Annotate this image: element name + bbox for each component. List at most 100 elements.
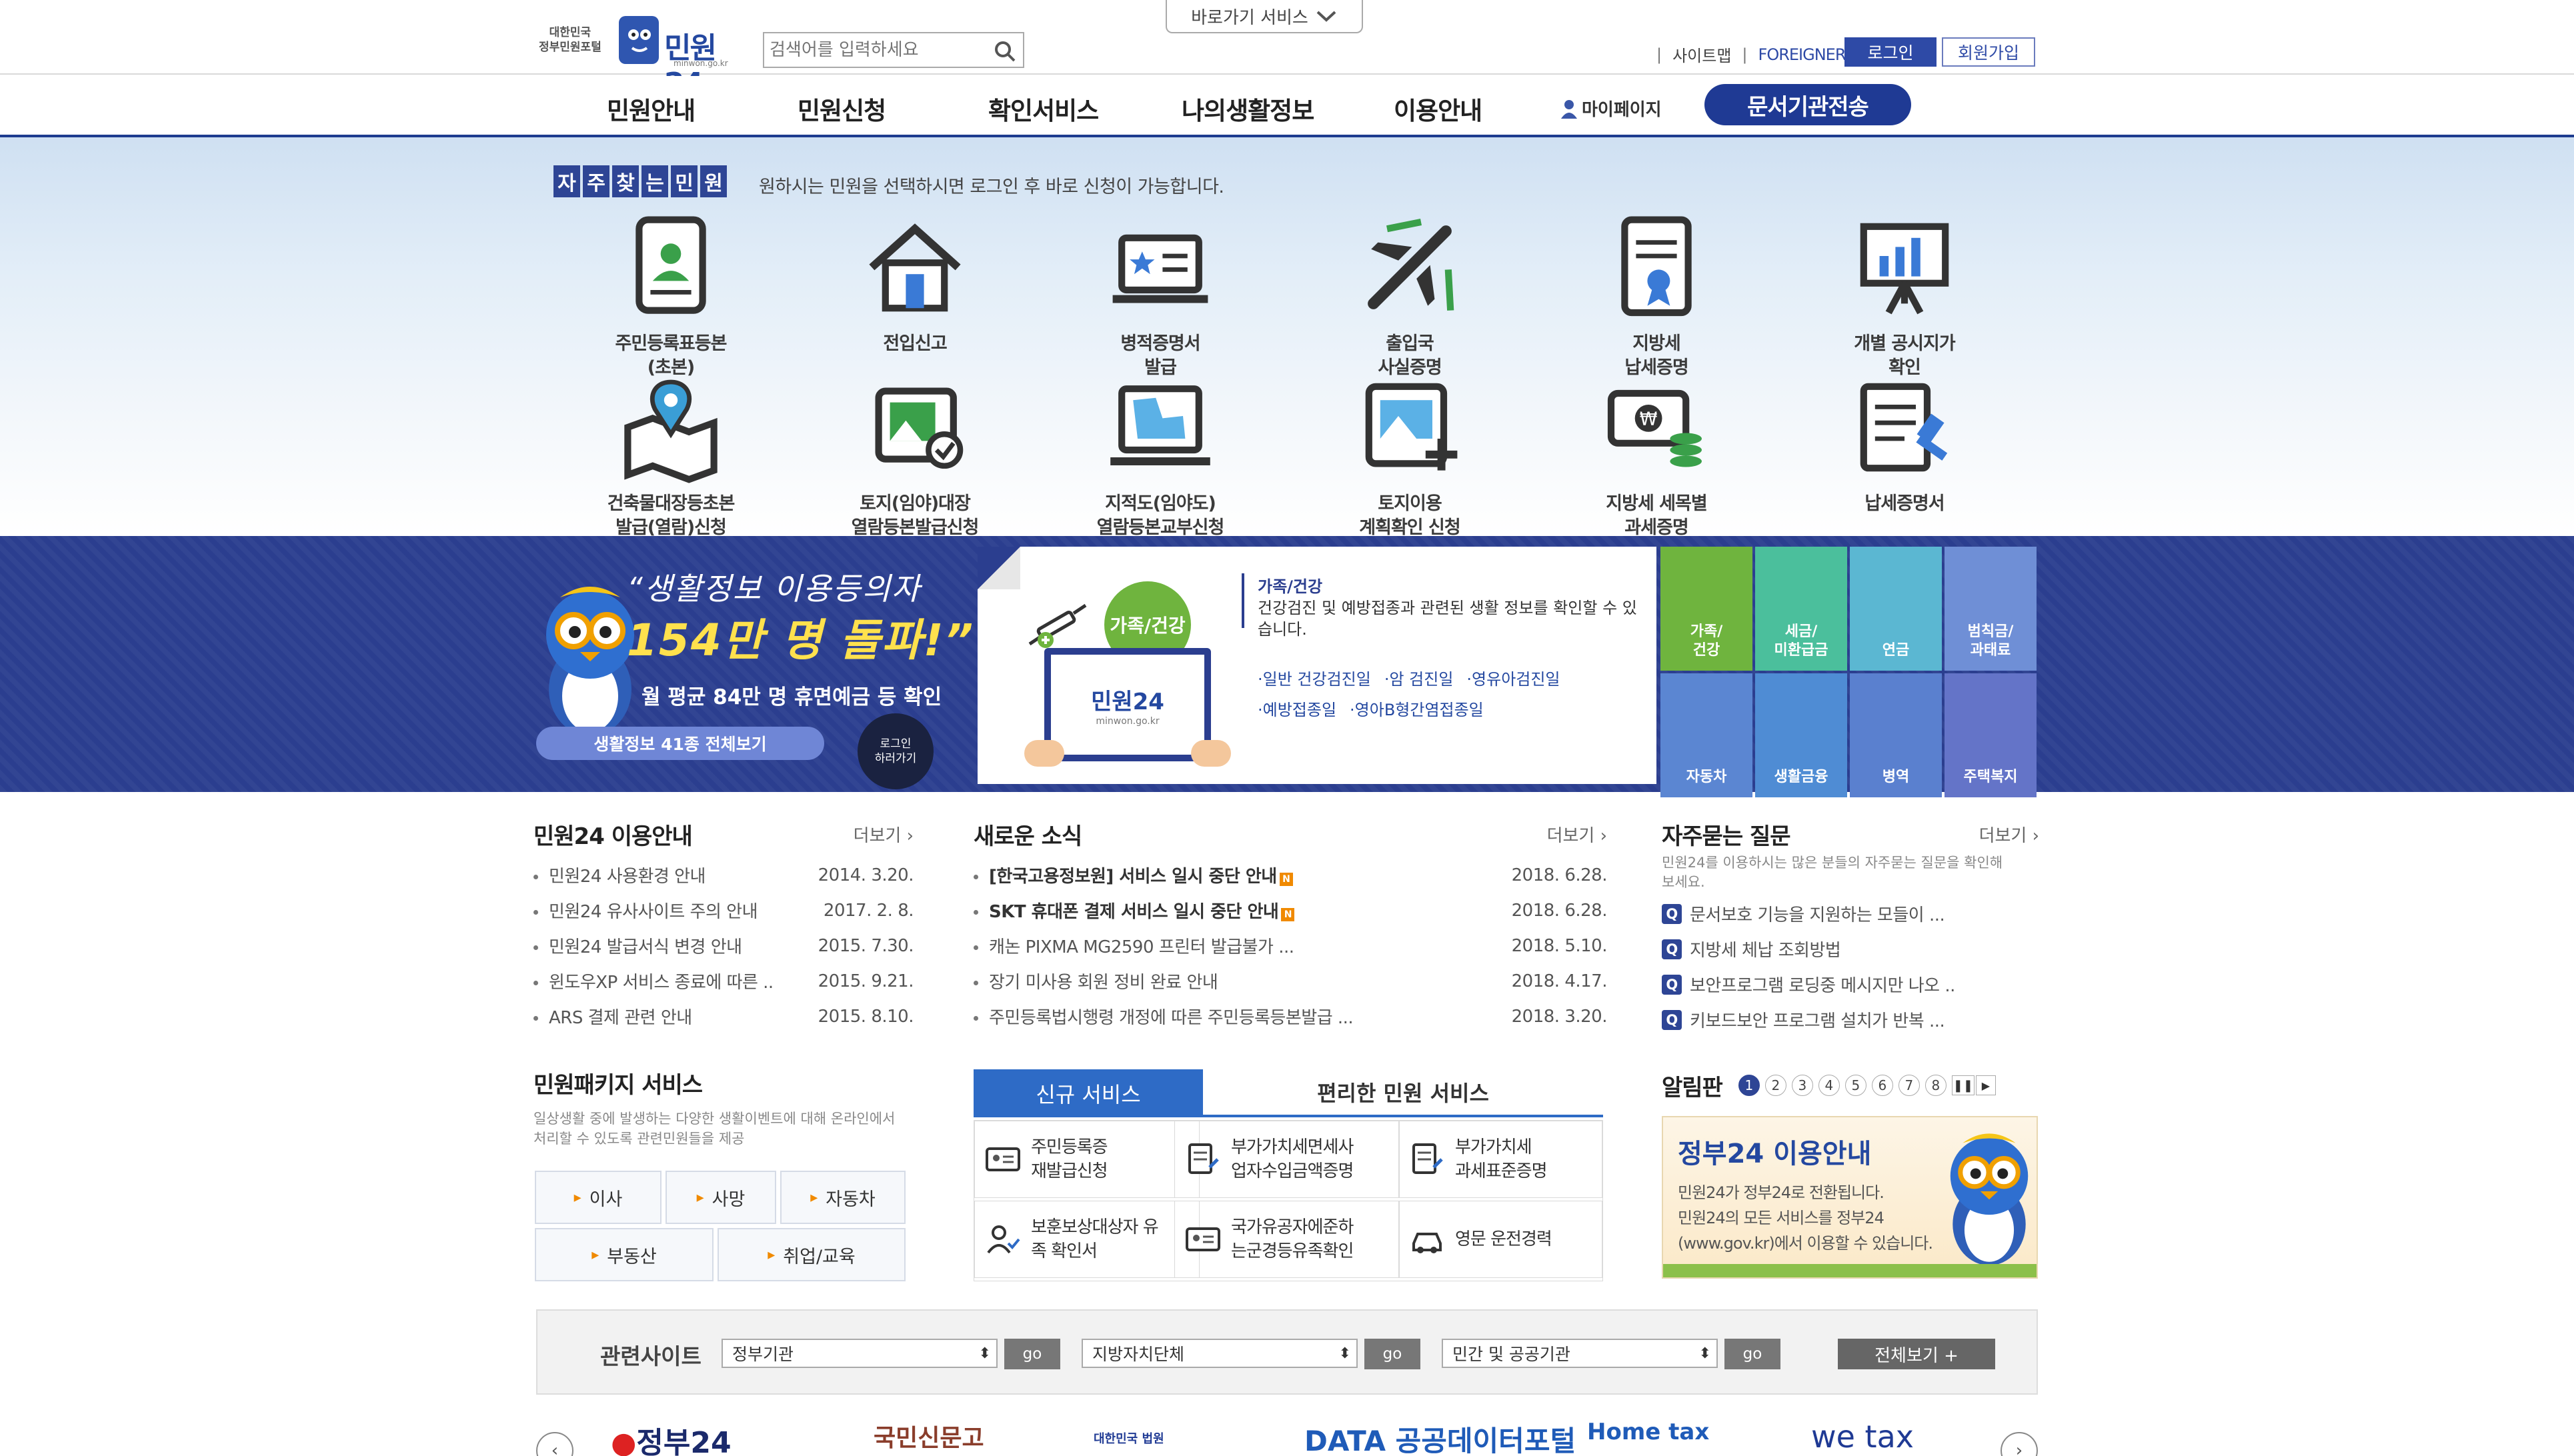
- service-vat-exempt[interactable]: 부가가치세면세사 업자수입금액증명: [1174, 1121, 1400, 1198]
- search-icon[interactable]: [994, 40, 1016, 63]
- service-land-use-plan[interactable]: 토지이용 계획확인 신청: [1310, 371, 1510, 540]
- service-local-tax-item[interactable]: ₩ 지방세 세목별 과세증명: [1556, 371, 1756, 540]
- service-military-certificate[interactable]: 병적증명서 발급: [1060, 211, 1260, 380]
- service-merit-family[interactable]: 국가유공자에준하 는군경등유족확인: [1174, 1201, 1400, 1278]
- category-car[interactable]: 자동차: [1660, 673, 1752, 797]
- life-info-all-button[interactable]: 생활정보 41종 전체보기: [536, 727, 824, 760]
- prev-logos-button[interactable]: ‹: [536, 1432, 573, 1456]
- list-item[interactable]: 민원24 발급서식 변경 안내 2015. 7.30.: [533, 928, 914, 963]
- category-family-health[interactable]: 가족/ 건강: [1660, 547, 1752, 671]
- join-button[interactable]: 회원가입: [1942, 37, 2035, 67]
- page-dot-2[interactable]: 2: [1764, 1075, 1786, 1096]
- tab-new-services[interactable]: 신규 서비스: [974, 1069, 1203, 1117]
- mypage-link[interactable]: 마이페이지: [1560, 96, 1662, 121]
- list-item[interactable]: 장기 미사용 회원 정비 완료 안내 2018. 4.17.: [974, 963, 1608, 999]
- service-veteran-family[interactable]: 보훈보상대상자 유 족 확인서: [974, 1201, 1200, 1278]
- package-death[interactable]: 사망: [666, 1171, 776, 1224]
- faq-more-link[interactable]: 더보기 ›: [1979, 822, 2039, 847]
- q-badge: Q: [1662, 974, 1682, 995]
- page-dot-7[interactable]: 7: [1898, 1075, 1920, 1096]
- info-link[interactable]: ·예방접종일: [1258, 701, 1336, 719]
- logo-wetax[interactable]: we tax: [1811, 1419, 1914, 1456]
- login-button[interactable]: 로그인: [1844, 37, 1937, 67]
- faq-item[interactable]: Q 키보드보안 프로그램 설치가 반복 ...: [1662, 1002, 2039, 1037]
- list-item[interactable]: [한국고용정보원] 서비스 일시 중단 안내 N 2018. 6.28.: [974, 857, 1608, 893]
- service-land-register[interactable]: 토지(임야)대장 열람등본발급신청: [815, 371, 1015, 540]
- go-button-3[interactable]: go: [1724, 1339, 1780, 1369]
- info-link[interactable]: ·영아B형간염접종일: [1350, 701, 1484, 719]
- pause-icon[interactable]: ❚❚: [1951, 1075, 1975, 1095]
- service-move-in-report[interactable]: 전입신고: [815, 211, 1015, 356]
- page-dot-6[interactable]: 6: [1871, 1075, 1893, 1096]
- view-all-button[interactable]: 전체보기 +: [1838, 1339, 1995, 1369]
- package-move[interactable]: 이사: [535, 1171, 662, 1224]
- select-private[interactable]: 민간 및 공공기관: [1442, 1339, 1718, 1368]
- page-dot-4[interactable]: 4: [1818, 1075, 1840, 1096]
- page-dot-8[interactable]: 8: [1924, 1075, 1947, 1096]
- page-dot-5[interactable]: 5: [1844, 1075, 1866, 1096]
- info-link[interactable]: ·영유아검진일: [1466, 670, 1560, 689]
- package-job[interactable]: 취업/교육: [718, 1228, 906, 1281]
- info-link[interactable]: ·일반 건강검진일: [1258, 670, 1371, 689]
- nav-item-mylife[interactable]: 나의생활정보: [1182, 91, 1314, 127]
- service-cadastral-map[interactable]: 지적도(임야도) 열람등본교부신청: [1060, 371, 1260, 540]
- service-building-register[interactable]: 건축물대장등초본 발급(열람)신청: [571, 371, 771, 540]
- go-button-2[interactable]: go: [1364, 1339, 1420, 1369]
- logo-epeople[interactable]: 국민신문고: [874, 1419, 984, 1456]
- hand-right: [1191, 740, 1231, 767]
- next-icon[interactable]: ▶: [1975, 1075, 1996, 1095]
- list-item[interactable]: 주민등록법시행령 개정에 따른 주민등록등본발급 ... 2018. 3.20.: [974, 999, 1608, 1034]
- category-finance[interactable]: 생활금융: [1755, 673, 1847, 797]
- go-button-1[interactable]: go: [1004, 1339, 1060, 1369]
- select-government[interactable]: 정부기관: [722, 1339, 998, 1368]
- news-more-link[interactable]: 더보기 ›: [1547, 822, 1607, 847]
- list-item[interactable]: 민원24 유사사이트 주의 안내 2017. 2. 8.: [533, 893, 914, 928]
- service-land-price[interactable]: 개별 공시지가 확인: [1804, 211, 2005, 380]
- service-id-reissue[interactable]: 주민등록증 재발급신청: [974, 1121, 1200, 1198]
- list-item[interactable]: 캐논 PIXMA MG2590 프린터 발급불가 ... 2018. 5.10.: [974, 928, 1608, 963]
- category-military[interactable]: 병역: [1850, 673, 1942, 797]
- foreigner-link[interactable]: FOREIGNER: [1758, 45, 1846, 64]
- notice-card[interactable]: 정부24 이용안내 민원24가 정부24로 전환됩니다. 민원24의 모든 서비…: [1662, 1116, 2038, 1279]
- list-item[interactable]: 민원24 사용환경 안내 2014. 3.20.: [533, 857, 914, 893]
- category-pension[interactable]: 연금: [1850, 547, 1942, 671]
- category-fines[interactable]: 범칙금/ 과태료: [1945, 547, 2037, 671]
- nav-item-help[interactable]: 이용안내: [1394, 91, 1482, 127]
- faq-item[interactable]: Q 지방세 체납 조회방법: [1662, 931, 2039, 967]
- service-english-driving[interactable]: 영문 운전경력: [1398, 1201, 1602, 1278]
- page-dot-3[interactable]: 3: [1791, 1075, 1813, 1096]
- service-resident-registration[interactable]: 주민등록표등본 (초본): [571, 211, 771, 380]
- service-tax-payment-certificate[interactable]: 납세증명서: [1804, 371, 2005, 516]
- list-item[interactable]: SKT 휴대폰 결제 서비스 일시 중단 안내 N 2018. 6.28.: [974, 893, 1608, 928]
- nav-item-apply[interactable]: 민원신청: [798, 91, 886, 127]
- list-item[interactable]: 윈도우XP 서비스 종료에 따른 .. 2015. 9.21.: [533, 963, 914, 999]
- service-local-tax-certificate[interactable]: 지방세 납세증명: [1556, 211, 1756, 380]
- faq-item[interactable]: Q 문서보호 기능을 지원하는 모들이 ...: [1662, 896, 2039, 931]
- logo-data-portal[interactable]: DATA 공공데이터포털: [1304, 1419, 1576, 1456]
- search-input[interactable]: [770, 37, 983, 63]
- logo-hometax[interactable]: Home tax: [1587, 1419, 1709, 1456]
- select-local[interactable]: 지방자치단체: [1082, 1339, 1358, 1368]
- package-realestate[interactable]: 부동산: [535, 1228, 714, 1281]
- category-tax-refund[interactable]: 세금/ 미환급금: [1755, 547, 1847, 671]
- service-immigration-certificate[interactable]: 출입국 사실증명: [1310, 211, 1510, 380]
- logo-court[interactable]: 대한민국 법원: [1094, 1429, 1164, 1456]
- nav-item-verify[interactable]: 확인서비스: [988, 91, 1099, 127]
- category-housing[interactable]: 주택복지: [1945, 673, 2037, 797]
- document-transfer-button[interactable]: 문서기관전송: [1704, 84, 1911, 125]
- nav-item-guide[interactable]: 민원안내: [607, 91, 696, 127]
- sitemap-link[interactable]: 사이트맵: [1672, 43, 1731, 66]
- page-dot-1[interactable]: 1: [1738, 1075, 1760, 1096]
- faq-item[interactable]: Q 보안프로그램 로딩중 메시지만 나오 ..: [1662, 967, 2039, 1002]
- guide-more-link[interactable]: 더보기 ›: [854, 822, 914, 847]
- service-vat-standard[interactable]: 부가가치세 과세표준증명: [1398, 1121, 1602, 1198]
- list-item[interactable]: ARS 결제 관련 안내 2015. 8.10.: [533, 999, 914, 1034]
- login-circle-button[interactable]: 로그인 하러가기: [858, 713, 934, 789]
- tab-easy-services[interactable]: 편리한 민원 서비스: [1203, 1069, 1603, 1117]
- package-car[interactable]: 자동차: [780, 1171, 906, 1224]
- site-logo[interactable]: 민원24 minwon.go.kr: [617, 12, 748, 101]
- logo-gov24[interactable]: ●정부24: [611, 1419, 732, 1456]
- next-logos-button[interactable]: ›: [2001, 1432, 2038, 1456]
- info-link[interactable]: ·암 검진일: [1384, 670, 1454, 689]
- shortcut-button[interactable]: 바로가기 서비스: [1166, 0, 1363, 33]
